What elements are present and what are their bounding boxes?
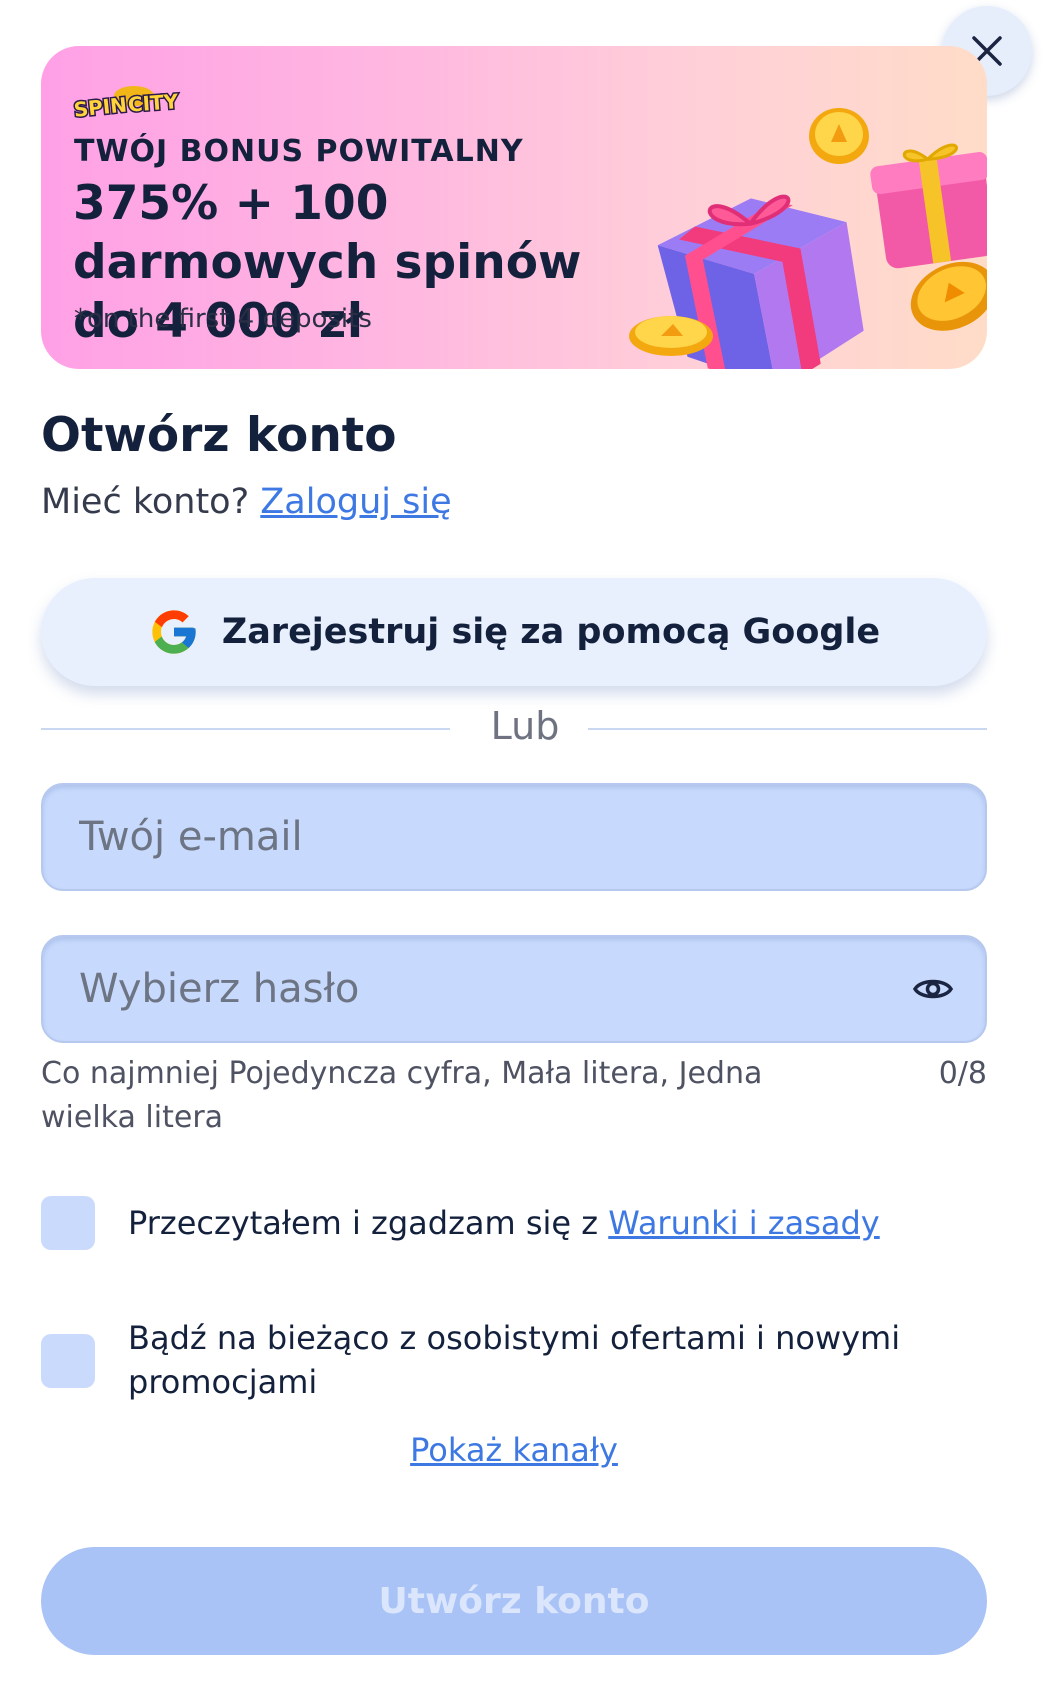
spin-city-logo: SPIN CITY bbox=[71, 80, 182, 128]
svg-text:CITY: CITY bbox=[127, 89, 179, 116]
password-requirements: Co najmniej Pojedyncza cyfra, Mała liter… bbox=[41, 1056, 763, 1135]
have-account-prompt: Mieć konto? bbox=[41, 482, 250, 522]
create-account-button[interactable]: Utwórz konto bbox=[41, 1547, 987, 1655]
email-input[interactable] bbox=[79, 814, 955, 860]
google-logo-icon bbox=[152, 610, 196, 654]
welcome-bonus-banner: SPIN CITY TWÓJ BONUS POWITALNY 375% + 10… bbox=[41, 46, 987, 369]
password-input[interactable] bbox=[79, 966, 911, 1012]
page-title: Otwórz konto bbox=[41, 408, 397, 463]
gift-boxes-illustration bbox=[629, 108, 987, 369]
show-password-button[interactable] bbox=[911, 967, 955, 1011]
have-account-row: Mieć konto? Zaloguj się bbox=[41, 482, 452, 522]
terms-checkbox[interactable] bbox=[41, 1196, 95, 1250]
login-link[interactable]: Zaloguj się bbox=[260, 482, 451, 522]
show-channels-link[interactable]: Pokaż kanały bbox=[410, 1431, 618, 1469]
or-divider-label: Lub bbox=[490, 704, 560, 748]
google-signup-label: Zarejestruj się za pomocą Google bbox=[221, 612, 881, 652]
terms-label: Przeczytałem i zgadzam się z Warunki i z… bbox=[128, 1201, 908, 1245]
registration-page: SPIN CITY TWÓJ BONUS POWITALNY 375% + 10… bbox=[0, 0, 1045, 1687]
bonus-kicker: TWÓJ BONUS POWITALNY bbox=[74, 134, 524, 169]
promo-label: Bądź na bieżąco z osobistymi ofertami i … bbox=[128, 1319, 901, 1401]
google-signup-button[interactable]: Zarejestruj się za pomocą Google bbox=[41, 578, 987, 686]
terms-prefix: Przeczytałem i zgadzam się z bbox=[128, 1204, 599, 1242]
email-field-wrapper bbox=[41, 783, 987, 891]
password-field-wrapper bbox=[41, 935, 987, 1043]
svg-text:SPIN: SPIN bbox=[73, 92, 128, 121]
password-length-counter: 0/8 bbox=[938, 1056, 987, 1091]
divider-line-left bbox=[41, 728, 450, 730]
divider-line-right bbox=[588, 728, 987, 730]
show-channels-row: Pokaż kanały bbox=[0, 1431, 1028, 1469]
eye-icon bbox=[913, 979, 953, 999]
terms-link[interactable]: Warunki i zasady bbox=[608, 1204, 880, 1242]
promo-checkbox[interactable] bbox=[41, 1334, 95, 1388]
create-account-label: Utwórz konto bbox=[378, 1580, 650, 1622]
bonus-footnote: *on the first 4 deposits bbox=[74, 304, 372, 334]
